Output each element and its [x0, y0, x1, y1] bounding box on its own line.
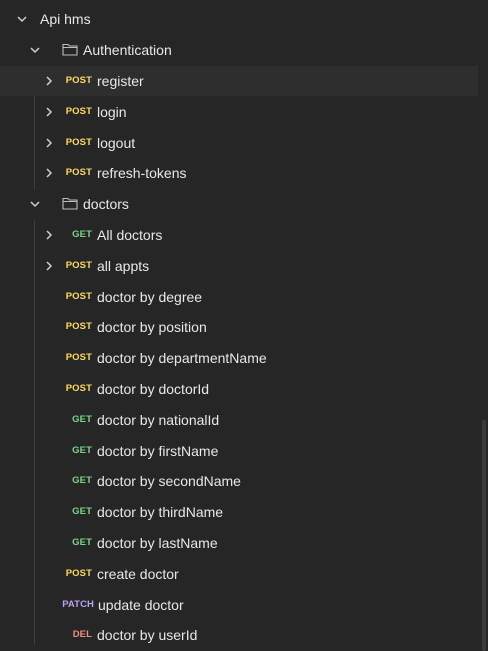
request-row-logout[interactable]: POST logout — [0, 128, 478, 158]
request-name: register — [97, 73, 144, 89]
method-badge: POST — [65, 137, 92, 148]
request-name: refresh-tokens — [97, 165, 187, 181]
folder-icon — [62, 196, 78, 210]
folder-row-doctors[interactable]: doctors — [0, 189, 478, 219]
method-badge: POST — [65, 75, 92, 86]
chevron-right-icon[interactable] — [43, 167, 55, 179]
request-row-login[interactable]: POST login — [0, 97, 478, 127]
method-badge: POST — [65, 568, 92, 579]
method-badge: GET — [72, 506, 92, 517]
request-name: create doctor — [97, 566, 179, 582]
request-name: login — [97, 104, 127, 120]
method-badge: PATCH — [62, 599, 94, 610]
request-name: doctor by firstName — [97, 443, 219, 459]
collection-name: Api hms — [40, 11, 91, 27]
request-name: all appts — [97, 258, 150, 274]
request-name: doctor by thirdName — [97, 504, 224, 520]
request-row-all-doctors[interactable]: GET All doctors — [0, 220, 478, 250]
request-name: logout — [97, 135, 136, 151]
folder-name-doctors: doctors — [83, 196, 129, 212]
request-row-doctor-by-userid[interactable]: DEL doctor by userId — [0, 620, 478, 650]
folder-name-authentication: Authentication — [83, 42, 172, 58]
chevron-right-icon[interactable] — [43, 75, 55, 87]
chevron-down-icon[interactable] — [16, 13, 28, 25]
method-badge: GET — [72, 475, 92, 486]
request-row-doctor-by-secondname[interactable]: GET doctor by secondName — [0, 466, 478, 496]
method-badge: POST — [65, 167, 92, 178]
method-badge: GET — [72, 537, 92, 548]
request-row-create-doctor[interactable]: POST create doctor — [0, 559, 478, 589]
request-row-doctor-by-thirdname[interactable]: GET doctor by thirdName — [0, 497, 478, 527]
collection-tree: Api hms Authentication POST register POS… — [0, 0, 478, 651]
request-name: doctor by lastName — [97, 535, 218, 551]
chevron-right-icon[interactable] — [43, 106, 55, 118]
chevron-down-icon[interactable] — [29, 44, 41, 56]
chevron-right-icon[interactable] — [43, 137, 55, 149]
request-name: doctor by position — [97, 319, 207, 335]
request-name: doctor by nationalId — [97, 412, 220, 428]
method-badge: DEL — [72, 629, 92, 640]
request-row-refresh-tokens[interactable]: POST refresh-tokens — [0, 158, 478, 188]
method-badge: GET — [72, 414, 92, 425]
method-badge: GET — [72, 445, 92, 456]
method-badge: POST — [65, 352, 92, 363]
request-row-doctor-by-degree[interactable]: POST doctor by degree — [0, 282, 478, 312]
request-row-all-appts[interactable]: POST all appts — [0, 251, 478, 281]
scrollbar-thumb[interactable] — [482, 420, 486, 651]
request-row-update-doctor[interactable]: PATCH update doctor — [0, 590, 478, 620]
request-name: doctor by departmentName — [97, 350, 267, 366]
request-row-doctor-by-lastname[interactable]: GET doctor by lastName — [0, 528, 478, 558]
method-badge: POST — [65, 291, 92, 302]
request-row-doctor-by-nationalid[interactable]: GET doctor by nationalId — [0, 405, 478, 435]
request-row-doctor-by-firstname[interactable]: GET doctor by firstName — [0, 436, 478, 466]
request-row-doctor-by-departmentname[interactable]: POST doctor by departmentName — [0, 343, 478, 373]
method-badge: POST — [65, 321, 92, 332]
folder-icon — [62, 42, 78, 56]
method-badge: POST — [65, 383, 92, 394]
request-name: All doctors — [97, 227, 163, 243]
request-row-doctor-by-doctorid[interactable]: POST doctor by doctorId — [0, 374, 478, 404]
request-row-register[interactable]: POST register — [0, 66, 478, 96]
folder-row-authentication[interactable]: Authentication — [0, 35, 478, 65]
collection-row[interactable]: Api hms — [0, 4, 478, 34]
request-name: doctor by degree — [97, 289, 203, 305]
method-badge: POST — [65, 260, 92, 271]
chevron-right-icon[interactable] — [43, 229, 55, 241]
request-name: update doctor — [98, 597, 184, 613]
vertical-scrollbar[interactable] — [480, 0, 488, 651]
method-badge: POST — [65, 106, 92, 117]
request-row-doctor-by-position[interactable]: POST doctor by position — [0, 312, 478, 342]
chevron-right-icon[interactable] — [43, 260, 55, 272]
request-name: doctor by userId — [97, 627, 198, 643]
method-badge: GET — [72, 229, 92, 240]
chevron-down-icon[interactable] — [29, 198, 41, 210]
request-name: doctor by secondName — [97, 473, 241, 489]
request-name: doctor by doctorId — [97, 381, 210, 397]
